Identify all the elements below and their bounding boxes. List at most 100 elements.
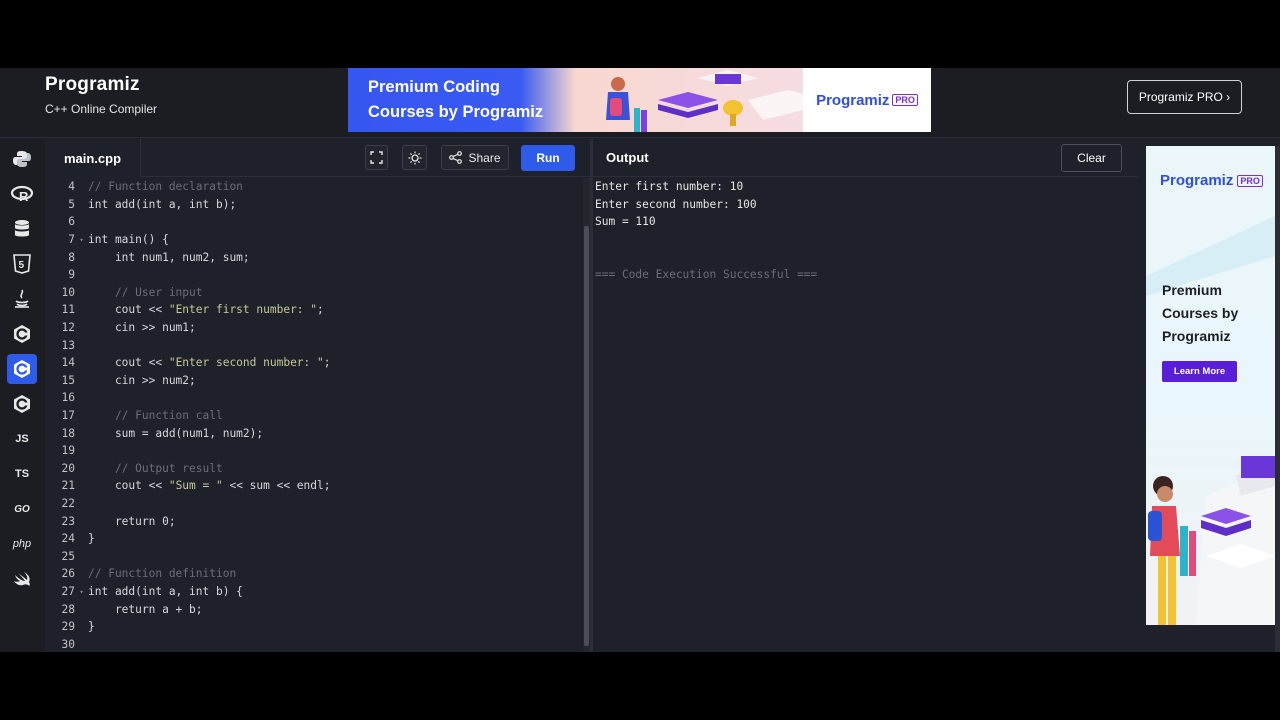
language-sidebar: R 5 JS TS GO php	[0, 139, 45, 652]
line-number: 15	[61, 373, 75, 387]
sidebar-item-sql[interactable]	[7, 214, 37, 244]
code-line[interactable]: 28 return a + b;	[45, 600, 575, 618]
pane-divider[interactable]	[590, 139, 593, 652]
code-text: int add(int a, int b);	[88, 197, 237, 211]
code-text: }	[88, 620, 95, 634]
code-line[interactable]: 23 return 0;	[45, 512, 575, 530]
sidebar-item-go[interactable]: GO	[7, 494, 37, 524]
tab-main-cpp[interactable]: main.cpp	[45, 139, 141, 177]
editor-scroll-thumb[interactable]	[584, 226, 589, 646]
code-line[interactable]: 24}	[45, 530, 575, 548]
code-line[interactable]: 18 sum = add(num1, num2);	[45, 424, 575, 442]
page-scrollbar[interactable]	[1275, 146, 1280, 652]
banner-line-2: Courses by Programiz	[368, 103, 544, 121]
side-advertisement[interactable]: Programiz PRO Premium Courses by Program…	[1146, 146, 1275, 625]
code-text: }	[88, 532, 95, 546]
output-console[interactable]: Enter first number: 10 Enter second numbe…	[595, 178, 1135, 284]
code-line[interactable]: 27 ▾ int add(int a, int b) {	[45, 583, 575, 601]
output-header: Output Clear	[593, 139, 1139, 177]
output-line: === Code Execution Successful ===	[595, 267, 818, 281]
line-number: 25	[61, 549, 75, 563]
code-line[interactable]: 22	[45, 495, 575, 513]
code-line[interactable]: 29}	[45, 618, 575, 636]
code-text: cout << "Enter first number: ";	[88, 303, 324, 317]
sidebar-item-ts[interactable]: TS	[7, 459, 37, 489]
line-number: 16	[61, 391, 75, 405]
code-line[interactable]: 30	[45, 636, 575, 652]
output-line: Enter first number: 10	[595, 180, 744, 193]
run-button[interactable]: Run	[521, 145, 575, 171]
banner-brand: Programiz PRO	[803, 68, 931, 132]
c-icon	[14, 325, 30, 343]
code-line[interactable]: 21 cout << "Sum = " << sum << endl;	[45, 477, 575, 495]
learn-more-button[interactable]: Learn More	[1162, 361, 1237, 382]
code-line[interactable]: 15 cin >> num2;	[45, 372, 575, 390]
code-line[interactable]: 4 // Function declaration	[45, 178, 575, 196]
code-line[interactable]: 11 cout << "Enter first number: ";	[45, 301, 575, 319]
code-line[interactable]: 9	[45, 266, 575, 284]
clear-button[interactable]: Clear	[1061, 144, 1122, 172]
code-text: cout << "Sum = " << sum << endl;	[88, 479, 331, 493]
code-line[interactable]: 12 cin >> num1;	[45, 319, 575, 337]
code-line[interactable]: 8 int num1, num2, sum;	[45, 248, 575, 266]
banner-brand-name: Programiz	[816, 91, 890, 109]
code-line[interactable]: 7 ▾ int main() {	[45, 231, 575, 249]
sidebar-item-swift[interactable]	[7, 564, 37, 594]
python-icon	[13, 151, 31, 167]
fold-arrow-icon[interactable]: ▾	[75, 588, 88, 596]
header: Programiz C++ Online Compiler Premium Co…	[0, 68, 1280, 138]
code-line[interactable]: 14 cout << "Enter second number: ";	[45, 354, 575, 372]
sidebar-item-csharp[interactable]	[7, 389, 37, 419]
code-comment: // User input	[88, 285, 203, 299]
line-number: 20	[61, 461, 75, 475]
code-text: cin >> num1;	[88, 321, 196, 335]
code-line[interactable]: 17 // Function call	[45, 407, 575, 425]
output-line: Enter second number: 100	[595, 197, 757, 211]
code-comment: // Output result	[88, 461, 223, 475]
line-number: 17	[61, 409, 75, 423]
code-line[interactable]: 20 // Output result	[45, 460, 575, 478]
programiz-logo[interactable]: Programiz C++ Online Compiler	[45, 74, 157, 116]
line-number: 10	[61, 285, 75, 299]
code-editor[interactable]: 4 // Function declaration 5 int add(int a, …	[45, 178, 583, 652]
code-line[interactable]: 25	[45, 548, 575, 566]
programiz-pro-button[interactable]: Programiz PRO ›	[1127, 80, 1242, 114]
fullscreen-icon	[370, 151, 383, 164]
promo-banner[interactable]: Premium Coding Courses by Programiz Prog…	[348, 68, 931, 132]
code-line[interactable]: 10 // User input	[45, 284, 575, 302]
sidebar-item-php[interactable]: php	[7, 529, 37, 559]
compiler-subtitle: C++ Online Compiler	[45, 102, 158, 116]
fullscreen-button[interactable]	[365, 145, 388, 170]
code-line[interactable]: 6	[45, 213, 575, 231]
student-illustration-icon	[606, 70, 803, 132]
line-number: 9	[68, 268, 75, 282]
theme-toggle-button[interactable]	[402, 145, 427, 170]
swift-icon	[14, 572, 30, 586]
code-text: int add(int a, int b) {	[88, 585, 243, 599]
fold-arrow-icon[interactable]: ▾	[75, 236, 88, 244]
logo-text: Programiz	[45, 74, 140, 95]
sidebar-item-c[interactable]	[7, 319, 37, 349]
ad-line-2: Courses by	[1162, 305, 1239, 321]
java-icon	[15, 289, 29, 308]
code-text: cin >> num2;	[88, 373, 196, 387]
share-button[interactable]: Share	[441, 145, 509, 170]
code-line[interactable]: 19	[45, 442, 575, 460]
sidebar-item-java[interactable]	[7, 284, 37, 314]
code-line[interactable]: 13	[45, 336, 575, 354]
sidebar-item-js[interactable]: JS	[7, 424, 37, 454]
line-number: 19	[61, 444, 75, 458]
sidebar-item-html[interactable]: 5	[7, 249, 37, 279]
line-number: 26	[61, 567, 75, 581]
code-line[interactable]: 26 // Function definition	[45, 565, 575, 583]
code-text: int main() {	[88, 233, 169, 247]
sidebar-item-cpp[interactable]	[7, 354, 37, 384]
editor-scrollbar[interactable]	[583, 178, 590, 652]
ad-line-1: Premium	[1162, 282, 1222, 298]
code-line[interactable]: 16	[45, 389, 575, 407]
sidebar-item-python[interactable]	[7, 144, 37, 174]
code-line[interactable]: 5 int add(int a, int b);	[45, 196, 575, 214]
sidebar-item-r[interactable]: R	[7, 179, 37, 209]
code-text: cout << "Enter second number: ";	[88, 356, 331, 370]
